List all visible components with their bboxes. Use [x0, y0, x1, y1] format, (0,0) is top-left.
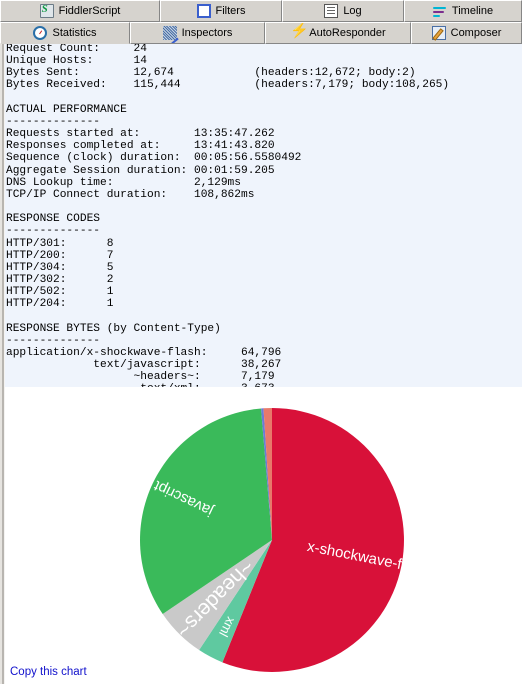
panel-gutter	[0, 44, 5, 387]
tab-row-primary: FiddlerScript Filters Log Timeline	[0, 0, 522, 22]
tab-label: AutoResponder	[309, 26, 386, 39]
tab-label: FiddlerScript	[58, 4, 121, 17]
tab-label: Composer	[450, 26, 502, 39]
copy-this-chart-link[interactable]: Copy this chart	[10, 666, 87, 678]
composer-icon	[431, 26, 446, 40]
fiddler-statistics-window: FiddlerScript Filters Log Timeline Statisti…	[0, 0, 522, 684]
statistics-report-text: Request Count: 24 Unique Hosts: 14 Bytes…	[6, 44, 450, 387]
script-icon	[39, 3, 54, 18]
tab-label: Log	[343, 4, 362, 17]
tab-strip: FiddlerScript Filters Log Timeline Statisti…	[0, 0, 522, 44]
tab-statistics[interactable]: Statistics	[0, 22, 130, 44]
response-bytes-pie-chart[interactable]: x-shockwave-flashxml~headers~javascript	[0, 387, 522, 684]
tab-row-secondary: Statistics Inspectors AutoResponder Compose…	[0, 22, 522, 44]
tab-log[interactable]: Log	[282, 0, 404, 22]
tab-label: Timeline	[451, 4, 494, 17]
chart-area: x-shockwave-flash xml ~headers~ javascript	[0, 387, 522, 684]
tab-composer[interactable]: Composer	[411, 22, 522, 44]
tab-label: Inspectors	[181, 26, 233, 39]
tab-inspectors[interactable]: Inspectors	[130, 22, 265, 44]
timeline-icon	[432, 4, 447, 18]
stopwatch-icon	[33, 26, 48, 40]
statistics-report-panel[interactable]: Request Count: 24 Unique Hosts: 14 Bytes…	[0, 44, 522, 387]
tab-label: Statistics	[52, 26, 97, 39]
lightning-icon	[290, 23, 309, 40]
inspectors-icon	[162, 26, 177, 40]
tab-label: Filters	[215, 4, 246, 17]
tab-timeline[interactable]: Timeline	[404, 0, 522, 22]
log-icon	[324, 4, 339, 18]
filters-icon	[196, 4, 211, 18]
tab-autoresponder[interactable]: AutoResponder	[265, 22, 411, 44]
tab-filters[interactable]: Filters	[160, 0, 282, 22]
tab-fiddlerscript[interactable]: FiddlerScript	[0, 0, 160, 22]
